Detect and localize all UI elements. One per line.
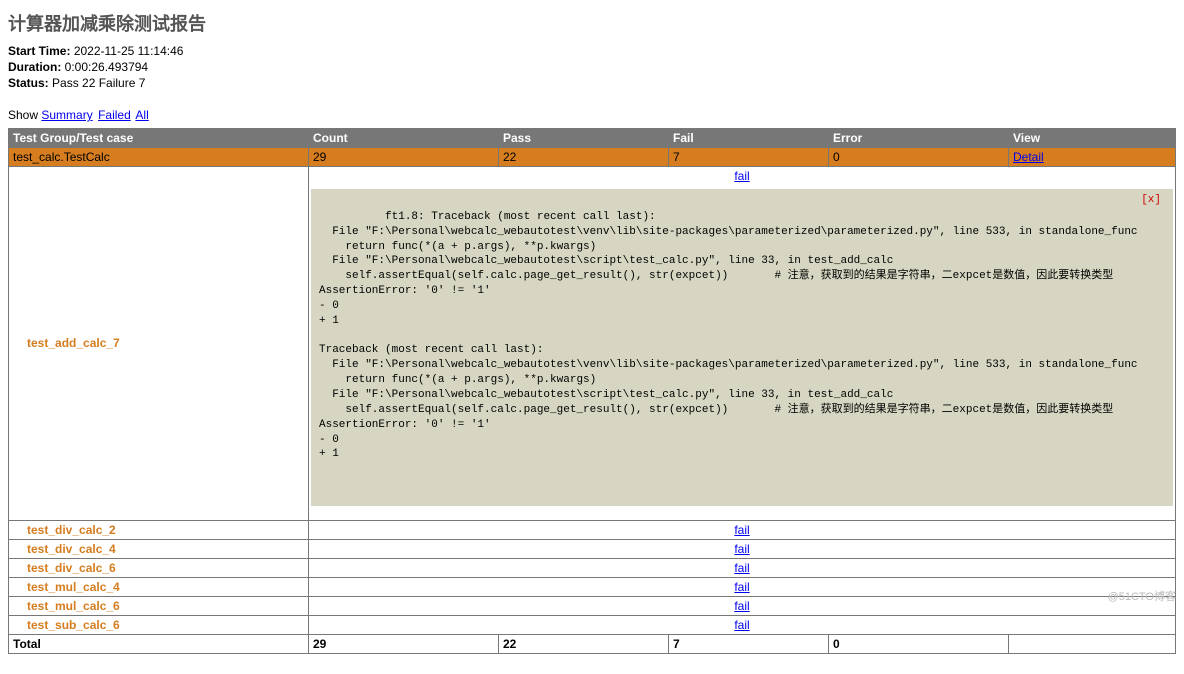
total-view: [1009, 634, 1176, 653]
table-header-row: Test Group/Test case Count Pass Fail Err…: [9, 129, 1176, 148]
case-fail-link[interactable]: fail: [734, 599, 749, 613]
table-row: test_div_calc_6 fail: [9, 558, 1176, 577]
table-row: test_mul_calc_4 fail: [9, 577, 1176, 596]
report-table: Test Group/Test case Count Pass Fail Err…: [8, 128, 1176, 654]
meta-block: Start Time: 2022-11-25 11:14:46 Duration…: [8, 44, 1176, 90]
case-name: test_div_calc_2: [9, 520, 309, 539]
case-name: test_div_calc_6: [9, 558, 309, 577]
expanded-case-name: test_add_calc_7: [9, 167, 309, 521]
filter-failed-link[interactable]: Failed: [98, 108, 131, 122]
status-label: Status:: [8, 76, 49, 90]
suite-row: test_calc.TestCalc 29 22 7 0 Detail: [9, 148, 1176, 167]
case-name: test_div_calc_4: [9, 539, 309, 558]
report-title: 计算器加减乘除测试报告: [8, 10, 1176, 36]
duration-label: Duration:: [8, 60, 61, 74]
col-view: View: [1009, 129, 1176, 148]
col-fail: Fail: [669, 129, 829, 148]
case-fail-link[interactable]: fail: [734, 580, 749, 594]
duration-value: 0:00:26.493794: [65, 60, 148, 74]
expanded-fail-link[interactable]: fail: [734, 169, 749, 183]
table-row: test_div_calc_2 fail: [9, 520, 1176, 539]
total-row: Total 29 22 7 0: [9, 634, 1176, 653]
suite-detail-link[interactable]: Detail: [1013, 150, 1044, 164]
traceback-text: ft1.8: Traceback (most recent call last)…: [319, 211, 1138, 461]
case-fail-link[interactable]: fail: [734, 618, 749, 632]
total-fail: 7: [669, 634, 829, 653]
col-error: Error: [829, 129, 1009, 148]
status-value: Pass 22 Failure 7: [52, 76, 145, 90]
suite-name: test_calc.TestCalc: [9, 148, 309, 167]
case-name: test_mul_calc_6: [9, 596, 309, 615]
filter-all-link[interactable]: All: [135, 108, 148, 122]
total-error: 0: [829, 634, 1009, 653]
case-name: test_sub_calc_6: [9, 615, 309, 634]
case-name: test_mul_calc_4: [9, 577, 309, 596]
table-row: test_sub_calc_6 fail: [9, 615, 1176, 634]
table-row: test_mul_calc_6 fail: [9, 596, 1176, 615]
col-count: Count: [309, 129, 499, 148]
watermark: @51CTO博客: [1108, 588, 1176, 604]
filter-summary-link[interactable]: Summary: [41, 108, 92, 122]
total-count: 29: [309, 634, 499, 653]
start-time-value: 2022-11-25 11:14:46: [74, 44, 184, 58]
suite-error: 0: [829, 148, 1009, 167]
col-pass: Pass: [499, 129, 669, 148]
case-fail-link[interactable]: fail: [734, 561, 749, 575]
suite-count: 29: [309, 148, 499, 167]
show-label: Show: [8, 108, 38, 122]
start-time-label: Start Time:: [8, 44, 70, 58]
suite-fail: 7: [669, 148, 829, 167]
total-pass: 22: [499, 634, 669, 653]
traceback-box: [x]ft1.8: Traceback (most recent call la…: [311, 189, 1173, 506]
table-row: test_div_calc_4 fail: [9, 539, 1176, 558]
total-label: Total: [9, 634, 309, 653]
suite-pass: 22: [499, 148, 669, 167]
col-testcase: Test Group/Test case: [9, 129, 309, 148]
case-fail-link[interactable]: fail: [734, 542, 749, 556]
case-fail-link[interactable]: fail: [734, 523, 749, 537]
filter-bar: Show Summary Failed All: [8, 108, 1176, 122]
expanded-case-row: test_add_calc_7 fail [x]ft1.8: Traceback…: [9, 167, 1176, 521]
close-icon[interactable]: [x]: [1141, 193, 1161, 208]
